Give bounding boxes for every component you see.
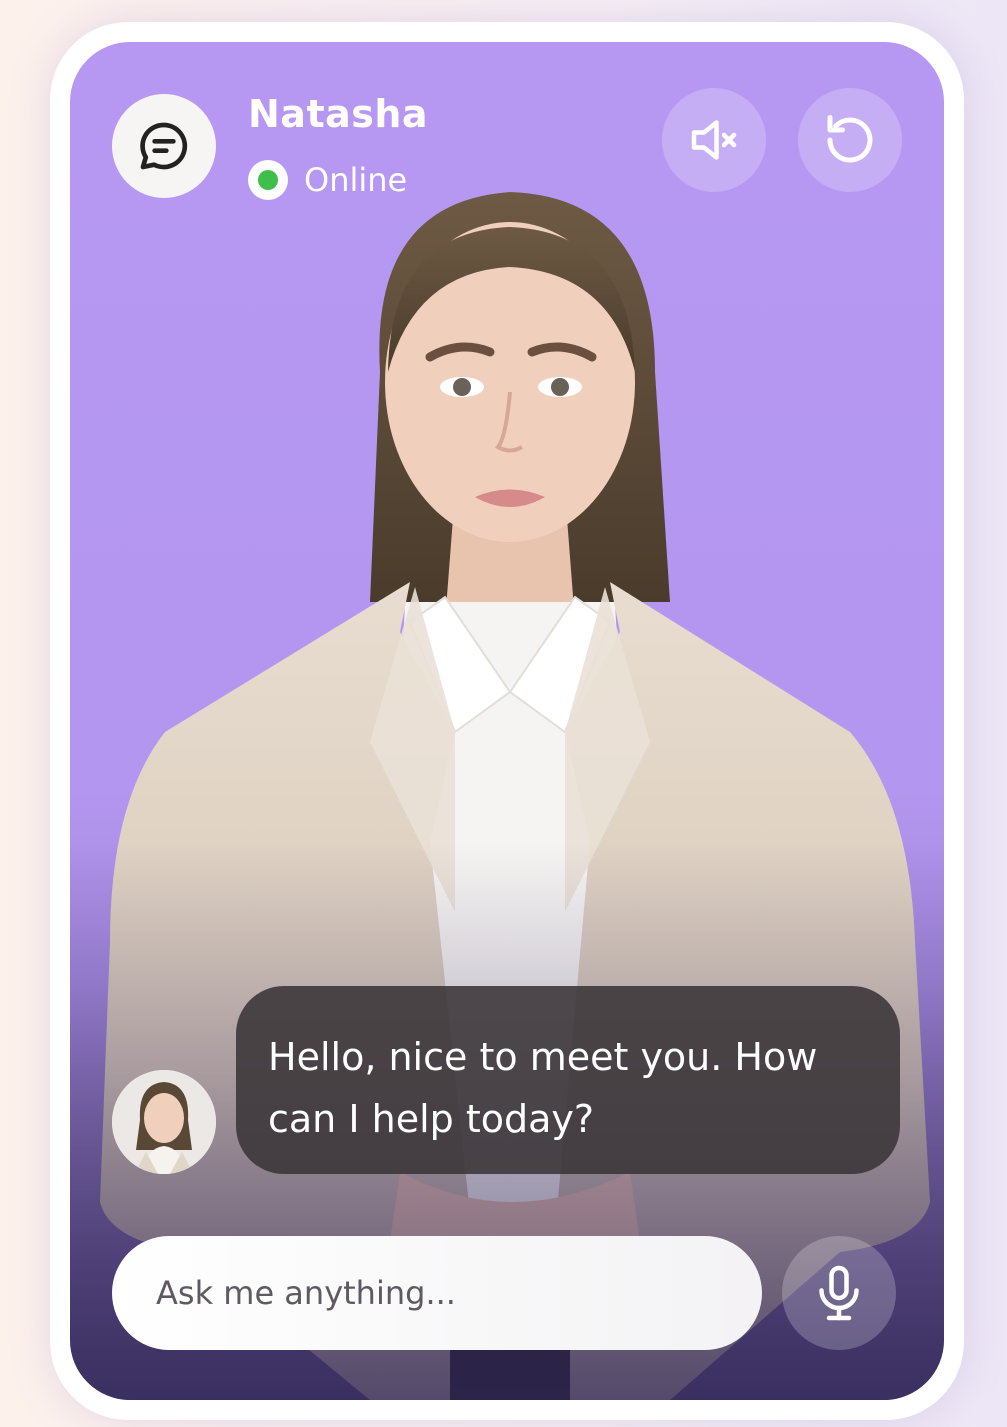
online-dot-icon bbox=[248, 160, 288, 200]
assistant-message-bubble: Hello, nice to meet you. How can I help … bbox=[236, 986, 900, 1174]
avatar-thumbnail bbox=[112, 1070, 216, 1174]
chat-button[interactable] bbox=[112, 94, 216, 198]
chat-input[interactable] bbox=[154, 1273, 738, 1313]
speaker-muted-icon bbox=[691, 120, 737, 160]
avatar-card: Natasha Online Hello, nice to meet you. … bbox=[70, 42, 944, 1400]
refresh-icon bbox=[827, 115, 873, 163]
avatar-video bbox=[70, 192, 944, 1400]
mute-button[interactable] bbox=[662, 88, 766, 192]
chat-bubble-icon bbox=[140, 122, 188, 170]
microphone-icon bbox=[819, 1265, 859, 1321]
page: Natasha Online Hello, nice to meet you. … bbox=[0, 0, 1007, 1427]
status-text: Online bbox=[304, 161, 408, 199]
assistant-name: Natasha bbox=[248, 92, 429, 136]
status-indicator: Online bbox=[248, 160, 407, 200]
reset-button[interactable] bbox=[798, 88, 902, 192]
microphone-button[interactable] bbox=[782, 1236, 896, 1350]
chat-input-container bbox=[112, 1236, 762, 1350]
